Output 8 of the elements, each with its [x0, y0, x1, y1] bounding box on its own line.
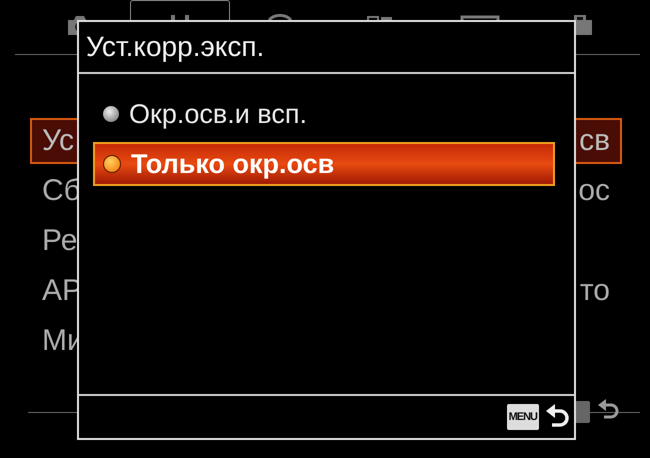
menu-item-value: ос	[578, 174, 610, 208]
menu-item-value: св	[579, 124, 610, 158]
dialog-title: Уст.корр.эксп.	[79, 22, 574, 74]
menu-item-value: то	[580, 274, 610, 308]
menu-item-label: Ре	[42, 224, 78, 258]
menu-item-label: Ус	[42, 124, 74, 158]
option-label: Окр.осв.и всп.	[129, 98, 307, 130]
option-label: Только окр.осв	[131, 148, 334, 180]
